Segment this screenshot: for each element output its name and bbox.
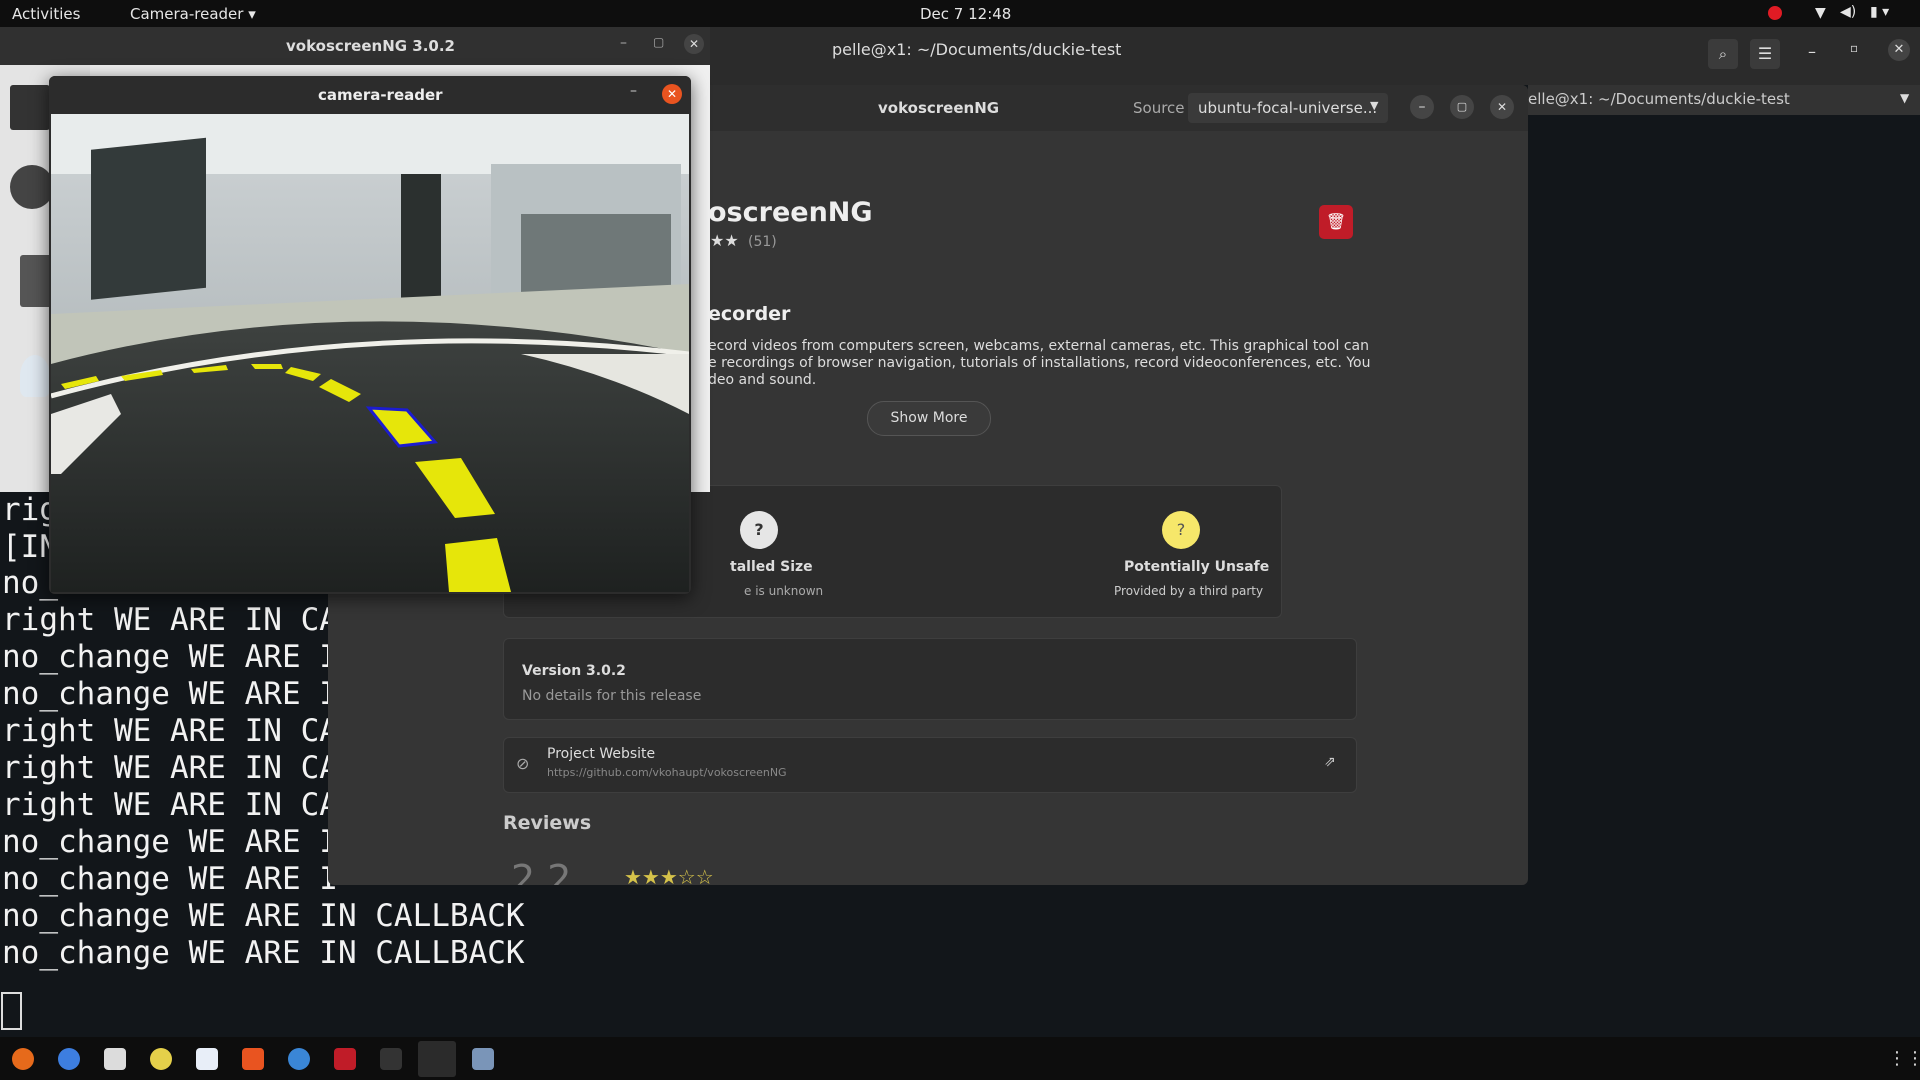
camera-reader-dock-icon[interactable] xyxy=(418,1041,456,1077)
close-icon[interactable]: ✕ xyxy=(684,34,704,54)
rating-count: (51) xyxy=(748,234,777,250)
terminal-title: pelle@x1: ~/Documents/duckie-test xyxy=(832,40,1122,59)
software-center-icon[interactable] xyxy=(242,1048,264,1070)
help-icon[interactable] xyxy=(288,1048,310,1070)
close-icon[interactable]: ✕ xyxy=(662,84,682,104)
camera-title: camera-reader xyxy=(318,86,443,104)
terminal-line: no_change WE ARE I xyxy=(2,676,338,712)
rating-stars-icon: ★★ xyxy=(710,231,739,250)
files-icon[interactable] xyxy=(104,1048,126,1070)
activities-button[interactable]: Activities xyxy=(12,5,80,23)
maximize-icon[interactable]: ▫ xyxy=(1850,41,1858,55)
lightbulb-icon[interactable] xyxy=(20,355,50,397)
description-line: e recordings of browser navigation, tuto… xyxy=(708,355,1371,371)
tab-menu-icon[interactable]: ▼ xyxy=(1900,91,1909,105)
vokoscreen-title: vokoscreenNG 3.0.2 xyxy=(286,37,455,55)
chevron-down-icon: ▼ xyxy=(1370,99,1379,112)
terminal-tab[interactable]: elle@x1: ~/Documents/duckie-test ▼ xyxy=(1528,85,1920,115)
terminal-line: right WE ARE IN CA xyxy=(2,602,338,638)
firefox-icon[interactable] xyxy=(12,1048,34,1070)
close-icon[interactable]: ✕ xyxy=(1888,39,1910,61)
terminal-cursor xyxy=(1,992,22,1030)
show-more-label: Show More xyxy=(890,410,968,426)
version-card: Version 3.0.2 No details for this releas… xyxy=(503,638,1357,720)
installed-size-sub: e is unknown xyxy=(744,584,824,598)
search-icon[interactable]: ⌕ xyxy=(1708,39,1738,69)
software-title: vokoscreenNG xyxy=(878,99,1000,117)
terminal-line: no_change WE ARE IN CALLBACK xyxy=(2,898,525,934)
terminal-line: right WE ARE IN CA xyxy=(2,713,338,749)
version-details: No details for this release xyxy=(522,688,702,704)
recording-indicator-icon[interactable] xyxy=(1768,6,1782,20)
minimize-icon[interactable]: – xyxy=(620,35,627,51)
app-menu[interactable]: Camera-reader ▾ xyxy=(130,5,256,23)
thunderbird-icon[interactable] xyxy=(58,1048,80,1070)
source-dropdown[interactable]: ubuntu-focal-universe... ▼ xyxy=(1188,93,1388,123)
terminal-dock-icon[interactable] xyxy=(380,1048,402,1070)
maximize-icon[interactable]: ▢ xyxy=(653,35,664,49)
project-website-row[interactable]: ⊘ Project Website https://github.com/vko… xyxy=(503,737,1357,793)
maximize-icon[interactable]: ▢ xyxy=(1450,95,1474,119)
installed-size-title: talled Size xyxy=(730,559,813,575)
website-title: Project Website xyxy=(547,746,656,762)
terminal-tab-title: elle@x1: ~/Documents/duckie-test xyxy=(1528,90,1790,108)
writer-icon[interactable] xyxy=(196,1048,218,1070)
terminal-headerbar: pelle@x1: ~/Documents/duckie-test ⌕ ☰ – … xyxy=(710,27,1920,85)
website-url: https://github.com/vkohaupt/vokoscreenNG xyxy=(547,766,787,779)
volume-icon[interactable]: ◀) xyxy=(1840,4,1856,20)
version-label: Version 3.0.2 xyxy=(522,663,626,679)
terminal-line: no_change WE ARE I xyxy=(2,639,338,675)
external-link-icon[interactable]: ⇗ xyxy=(1324,754,1336,770)
review-score-icon: 2.2 xyxy=(511,857,572,885)
close-icon[interactable]: ✕ xyxy=(1490,95,1514,119)
description-line: ecord videos from computers screen, webc… xyxy=(708,338,1369,354)
review-stars-icon: ★★★☆☆ xyxy=(624,865,714,885)
description-line: deo and sound. xyxy=(708,372,817,388)
app-subtitle: ecorder xyxy=(708,303,791,325)
terminal-line: right WE ARE IN CA xyxy=(2,750,338,786)
terminal-line: no_change WE ARE IN CALLBACK xyxy=(2,935,525,971)
player-tab-icon[interactable] xyxy=(20,255,52,307)
safety-title: Potentially Unsafe xyxy=(1124,559,1270,575)
source-dropdown-value: ubuntu-focal-universe... xyxy=(1198,99,1378,117)
minimize-icon[interactable]: – xyxy=(1410,95,1434,119)
show-more-button[interactable]: Show More xyxy=(867,401,991,436)
webcam-tab-icon[interactable] xyxy=(10,165,54,209)
minimize-icon[interactable]: – xyxy=(1808,42,1816,61)
app-name: oscreenNG xyxy=(708,197,873,228)
uninstall-trash-icon[interactable]: 🗑 xyxy=(1319,205,1353,239)
top-bar: Activities Camera-reader ▾ Dec 7 12:48 ▼… xyxy=(0,0,1920,27)
show-apps-grid-icon[interactable]: ⋮⋮ xyxy=(1888,1048,1920,1069)
vokoscreen-dock-icon[interactable] xyxy=(334,1048,356,1070)
minimize-icon[interactable]: – xyxy=(630,83,637,99)
terminal-line: no_change WE ARE I xyxy=(2,861,338,897)
source-label: Source xyxy=(1133,99,1185,117)
safety-sub: Provided by a third party xyxy=(1114,584,1264,598)
vokoscreen-titlebar: vokoscreenNG 3.0.2 – ▢ ✕ xyxy=(0,27,710,65)
wifi-icon[interactable]: ▼ xyxy=(1815,5,1826,21)
app-description: ecord videos from computers screen, webc… xyxy=(708,338,1428,389)
compass-icon: ⊘ xyxy=(516,754,530,773)
terminal-line: no_change WE ARE I xyxy=(2,824,338,860)
camera-titlebar: camera-reader – ✕ xyxy=(49,76,691,114)
screen-tab-icon[interactable] xyxy=(10,85,50,130)
camera-reader-window[interactable]: camera-reader – ✕ xyxy=(49,76,691,594)
reviews-heading: Reviews xyxy=(503,812,592,834)
clock[interactable]: Dec 7 12:48 xyxy=(920,5,1011,23)
terminal-line: right WE ARE IN CA xyxy=(2,787,338,823)
hamburger-menu-icon[interactable]: ☰ xyxy=(1750,39,1780,69)
rhythmbox-icon[interactable] xyxy=(150,1048,172,1070)
camera-feed-image xyxy=(51,114,689,592)
python-app-dock-icon[interactable] xyxy=(472,1048,494,1070)
question-icon: ? xyxy=(740,511,778,549)
warning-icon: ? xyxy=(1162,511,1200,549)
battery-icon[interactable]: ▮ ▾ xyxy=(1870,4,1889,20)
